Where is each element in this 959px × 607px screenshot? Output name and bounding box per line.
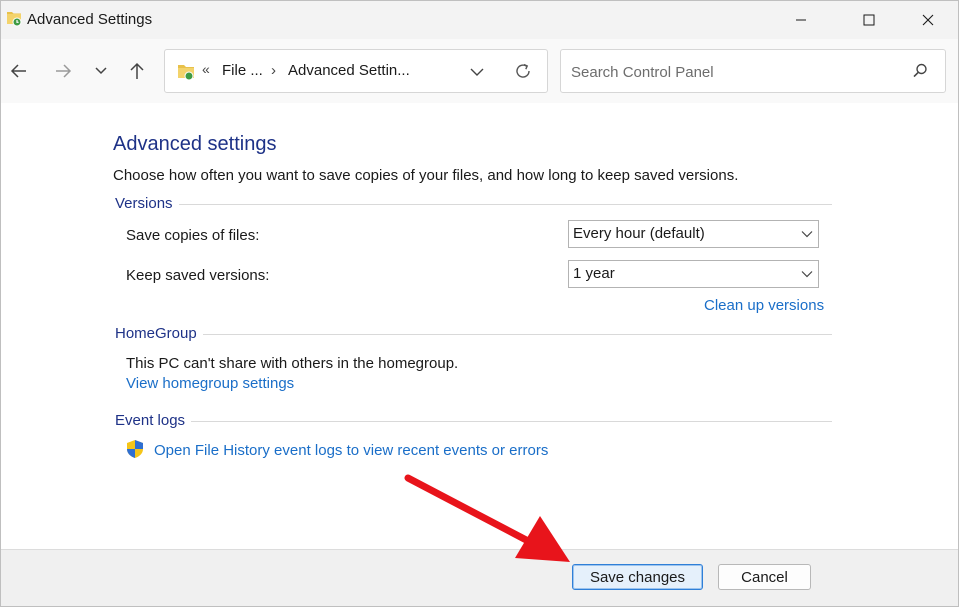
homegroup-group-label: HomeGroup: [115, 325, 203, 342]
navigation-bar: « File ... › Advanced Settin...: [1, 39, 958, 103]
versions-divider: [115, 204, 832, 205]
view-homegroup-settings-link[interactable]: View homegroup settings: [126, 375, 294, 392]
keep-versions-value: 1 year: [573, 265, 615, 282]
refresh-icon[interactable]: [513, 61, 533, 81]
up-button[interactable]: [123, 57, 151, 85]
up-arrow-icon: [130, 62, 144, 79]
shield-icon: [127, 440, 143, 458]
search-input[interactable]: [569, 60, 893, 84]
back-button[interactable]: [5, 57, 33, 85]
page-title: Advanced settings: [113, 133, 277, 155]
event-logs-group-label: Event logs: [115, 412, 192, 429]
breadcrumb-advanced-settings[interactable]: Advanced Settin...: [288, 62, 410, 79]
cancel-button[interactable]: Cancel: [718, 564, 811, 590]
versions-group-label: Versions: [115, 195, 179, 212]
close-icon: [922, 14, 934, 26]
save-copies-value: Every hour (default): [573, 225, 705, 242]
window-title: Advanced Settings: [27, 11, 153, 28]
clean-up-versions-link[interactable]: Clean up versions: [704, 297, 824, 314]
recent-chevron-icon: [95, 67, 107, 75]
keep-versions-label: Keep saved versions:: [126, 267, 270, 284]
homegroup-status-text: This PC can't share with others in the h…: [126, 355, 459, 372]
save-changes-button[interactable]: Save changes: [572, 564, 703, 590]
search-icon[interactable]: [911, 62, 929, 80]
file-history-icon: [7, 12, 22, 27]
breadcrumb-separator[interactable]: ›: [271, 62, 276, 79]
address-bar[interactable]: « File ... › Advanced Settin...: [164, 49, 548, 93]
back-arrow-icon: [10, 64, 26, 78]
open-event-logs-link[interactable]: Open File History event logs to view rec…: [154, 442, 548, 459]
recent-locations-button[interactable]: [87, 57, 115, 85]
chevron-down-icon[interactable]: [467, 62, 487, 82]
event-logs-divider: [115, 421, 832, 422]
maximize-icon: [863, 14, 875, 26]
minimize-button[interactable]: [778, 1, 824, 39]
page-description: Choose how often you want to save copies…: [113, 167, 739, 184]
dialog-footer: Save changes Cancel: [1, 549, 958, 606]
folder-icon: [178, 65, 194, 81]
forward-button[interactable]: [49, 57, 77, 85]
keep-versions-dropdown[interactable]: 1 year: [568, 260, 819, 288]
advanced-settings-window: Advanced Settings « File ... › Advanced …: [0, 0, 959, 607]
save-copies-dropdown[interactable]: Every hour (default): [568, 220, 819, 248]
minimize-icon: [796, 19, 806, 21]
breadcrumb-overflow[interactable]: «: [202, 61, 210, 77]
search-box[interactable]: [560, 49, 946, 93]
chevron-down-icon: [801, 231, 813, 238]
maximize-button[interactable]: [846, 1, 892, 39]
chevron-down-icon: [801, 271, 813, 278]
close-button[interactable]: [905, 1, 951, 39]
breadcrumb-file-history[interactable]: File ...: [222, 62, 263, 79]
main-content: Advanced settings Choose how often you w…: [1, 103, 958, 549]
forward-arrow-icon: [56, 64, 72, 78]
save-copies-label: Save copies of files:: [126, 227, 260, 244]
homegroup-divider: [115, 334, 832, 335]
title-bar: Advanced Settings: [1, 1, 958, 39]
